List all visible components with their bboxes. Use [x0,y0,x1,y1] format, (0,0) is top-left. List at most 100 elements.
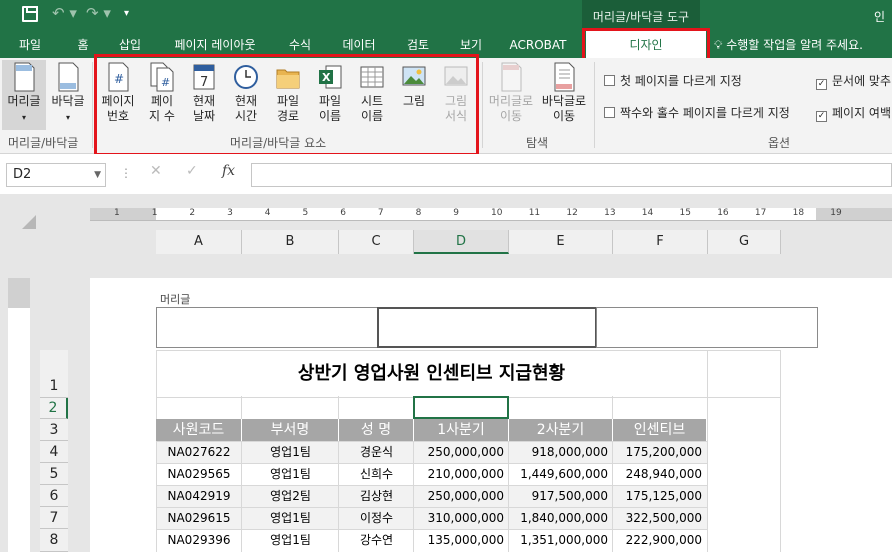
cancel-icon[interactable]: ✕ [150,163,162,179]
header-left-section[interactable] [156,307,378,348]
redo-icon[interactable]: ↷ ▾ [86,4,111,22]
table-cell[interactable]: 917,500,000 [509,485,613,507]
header-center-section[interactable] [377,307,597,348]
column-header-f[interactable]: F [613,230,708,254]
tell-me-box[interactable]: 💡︎ 수행할 작업을 알려 주세요. [714,31,863,58]
lightbulb-icon: 💡︎ [714,38,727,52]
tab-file[interactable]: 파일 [8,31,52,58]
table-header-cell[interactable]: 1사분기 [414,419,509,441]
tab-acrobat[interactable]: ACROBAT [502,31,574,58]
checkbox-unchecked-icon [604,75,615,86]
table-cell[interactable]: 영업1팀 [242,507,339,529]
table-cell[interactable]: 918,000,000 [509,441,613,463]
row-header-1[interactable]: 1 [40,350,68,398]
column-header-g[interactable]: G [708,230,781,254]
save-icon[interactable] [22,6,38,22]
insert-function-icon[interactable]: fx [222,163,235,179]
table-cell[interactable]: 이정수 [339,507,414,529]
table-cell[interactable]: 135,000,000 [414,529,509,551]
table-cell[interactable]: 강수연 [339,529,414,551]
row-header-2[interactable]: 2 [40,398,68,419]
ruler-margin-top [8,278,30,308]
more-icon: ⋮ [120,166,132,180]
table-cell[interactable]: 1,351,000,000 [509,529,613,551]
go-to-footer-label-1: 바닥글로 [541,94,587,108]
table-cell[interactable]: 210,000,000 [414,463,509,485]
row-header-8[interactable]: 8 [40,529,68,552]
column-header-c[interactable]: C [339,230,414,254]
ruler-number: 6 [340,208,346,218]
active-cell-d2[interactable] [413,396,509,419]
table-cell[interactable]: 신희수 [339,463,414,485]
column-header-a[interactable]: A [156,230,242,254]
ruler-margin-right [816,208,892,220]
sheet-title[interactable]: 상반기 영업사원 인센티브 지급현황 [156,350,707,398]
table-header-cell[interactable]: 부서명 [242,419,339,441]
table-header-cell[interactable]: 사원코드 [156,419,242,441]
table-cell[interactable]: 248,940,000 [613,463,707,485]
ruler-number: 19 [830,208,842,218]
table-header-cell[interactable]: 2사분기 [509,419,613,441]
ruler-number: 10 [491,208,503,218]
column-header-e[interactable]: E [509,230,613,254]
column-header-b[interactable]: B [242,230,339,254]
column-header-d[interactable]: D [414,230,509,254]
table-cell[interactable]: 영업1팀 [242,529,339,551]
design-tab-highlight [582,28,710,61]
name-box[interactable]: D2 ▼ [6,163,106,187]
table-cell[interactable]: 310,000,000 [414,507,509,529]
table-cell[interactable]: 김상현 [339,485,414,507]
scale-with-document-checkbox[interactable]: ✓ 문서에 맞추 [816,72,891,90]
table-cell[interactable]: 175,125,000 [613,485,707,507]
table-cell[interactable]: 1,449,600,000 [509,463,613,485]
go-to-header-label-2: 이동 [499,109,523,123]
nav-group-label: 탐색 [526,136,549,150]
ruler-number: 12 [566,208,578,218]
table-cell[interactable]: 250,000,000 [414,485,509,507]
header-right-section[interactable] [596,307,818,348]
align-margins-checkbox[interactable]: ✓ 페이지 여백 [816,104,891,122]
table-cell[interactable]: NA029615 [156,507,242,529]
table-header-cell[interactable]: 성 명 [339,419,414,441]
row-header-6[interactable]: 6 [40,485,68,507]
footer-label: 바닥글 [51,94,85,108]
checkbox-unchecked-icon [604,107,615,118]
enter-icon[interactable]: ✓ [186,163,198,179]
chevron-down-icon[interactable]: ▼ [94,164,101,186]
select-all-corner[interactable] [22,215,36,229]
table-cell[interactable]: 영업1팀 [242,463,339,485]
table-cell[interactable]: 222,900,000 [613,529,707,551]
table-cell[interactable]: NA027622 [156,441,242,463]
different-first-page-checkbox[interactable]: 첫 페이지를 다르게 지정 [604,72,742,89]
table-cell[interactable]: NA029396 [156,529,242,551]
customize-qat-icon[interactable]: ▾ [124,8,129,19]
table-cell[interactable]: 250,000,000 [414,441,509,463]
row-header-5[interactable]: 5 [40,463,68,485]
table-cell[interactable]: 영업1팀 [242,441,339,463]
row-header-3[interactable]: 3 [40,419,68,441]
table-cell[interactable]: 175,200,000 [613,441,707,463]
header-label: 머리글 [7,94,41,108]
footer-button[interactable]: 바닥글 ▾ [48,62,88,125]
table-cell[interactable]: NA029565 [156,463,242,485]
undo-icon[interactable]: ↶ ▾ [52,4,77,22]
different-odd-even-checkbox[interactable]: 짝수와 홀수 페이지를 다르게 지정 [604,104,790,121]
table-cell[interactable]: 1,840,000,000 [509,507,613,529]
go-to-footer-button[interactable]: 바닥글로 이동 [538,62,590,124]
table-cell[interactable]: NA042919 [156,485,242,507]
table-cell[interactable]: 경운식 [339,441,414,463]
formula-input[interactable] [251,163,892,187]
ruler-number: 8 [415,208,422,218]
go-to-footer-label-2: 이동 [552,109,576,123]
ruler-number: 7 [377,208,384,218]
ruler-margin-left [90,208,156,220]
table-cell[interactable]: 영업2팀 [242,485,339,507]
header-button[interactable]: 머리글 ▾ [4,62,44,125]
go-to-header-button[interactable]: 머리글로 이동 [486,62,536,124]
table-cell[interactable]: 322,500,000 [613,507,707,529]
row-header-7[interactable]: 7 [40,507,68,529]
row-header-4[interactable]: 4 [40,441,68,463]
options-group-label: 옵션 [768,136,791,150]
user-name[interactable]: 인 [874,8,885,25]
table-header-cell[interactable]: 인센티브 [613,419,707,441]
